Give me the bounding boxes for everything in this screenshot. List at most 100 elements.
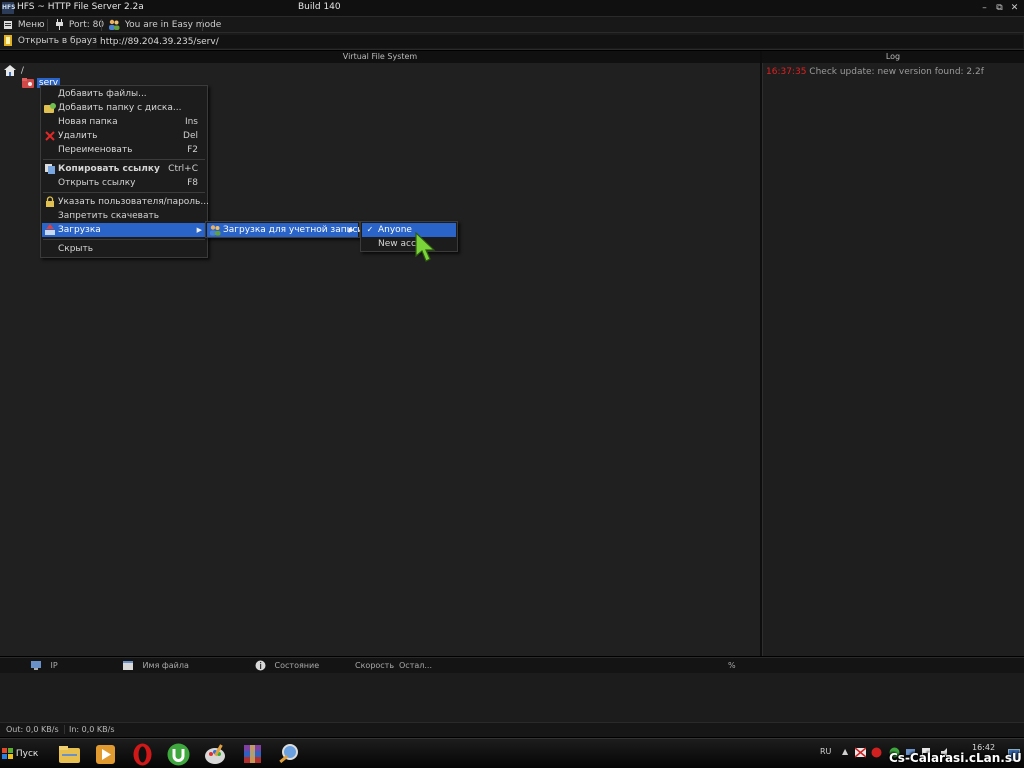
media-player-icon[interactable]: [93, 742, 118, 767]
utorrent-icon[interactable]: [166, 742, 191, 767]
submenu-arrow-icon: ▶: [196, 226, 202, 234]
column-filename[interactable]: Имя файла: [122, 658, 189, 674]
menu-item-label: Добавить файлы...: [58, 89, 147, 99]
menu-item-add-folder[interactable]: Добавить папку с диска...: [42, 101, 206, 115]
menu-item-shortcut: Ins: [184, 117, 198, 127]
users-icon: [210, 225, 221, 236]
menu-item-delete[interactable]: Удалить Del: [42, 129, 206, 143]
connections-header: IP Имя файла Состояние Скорость Остал...…: [0, 657, 1024, 673]
account-submenu: ✓ Anyone New acco: [360, 221, 458, 252]
menu-item-label: Копировать ссылку: [58, 164, 160, 174]
tree-root-label: /: [20, 66, 24, 76]
menu-item-label: Новая папка: [58, 117, 118, 127]
menu-item-shortcut: F8: [187, 178, 198, 188]
menu-item-label: Указать пользователя/пароль...: [58, 197, 209, 207]
menu-label: Меню: [17, 20, 45, 30]
menu-item-label: Удалить: [58, 131, 98, 141]
info-icon: [255, 660, 266, 671]
file-icon: [123, 661, 133, 670]
menu-item-upload[interactable]: Загрузка ▶: [42, 223, 206, 237]
plug-icon: [56, 19, 63, 30]
log-panel[interactable]: 16:37:35 Check update: new version found…: [762, 63, 1024, 656]
column-label: Состояние: [274, 661, 320, 670]
title-bar: HFS HFS ~ HTTP File Server 2.2a Build 14…: [0, 0, 1024, 17]
language-indicator[interactable]: RU: [820, 747, 831, 756]
upload-icon: [45, 224, 55, 235]
mail-icon[interactable]: [855, 747, 866, 758]
submenu-arrow-icon: ▶: [348, 226, 354, 234]
tray-app-icon[interactable]: [871, 747, 882, 758]
log-panel-title: Log: [762, 51, 1024, 63]
column-speed[interactable]: Скорость: [355, 658, 394, 674]
menu-item-disable-download[interactable]: Запретить скачевать: [42, 209, 206, 223]
paint-icon[interactable]: [203, 742, 228, 767]
column-label: IP: [50, 661, 58, 670]
port-label: Port: 80: [68, 20, 105, 30]
home-icon: [4, 65, 16, 76]
delete-icon: [45, 131, 55, 141]
column-ip[interactable]: IP: [30, 658, 58, 674]
menu-button[interactable]: Меню: [3, 18, 45, 32]
menu-separator: [43, 239, 205, 240]
submenu-item-label: Anyone: [378, 225, 412, 235]
context-menu: Добавить файлы... Добавить папку с диска…: [40, 85, 209, 258]
add-folder-icon: [44, 103, 56, 113]
menu-item-label: Загрузка: [58, 225, 101, 235]
menu-item-label: Запретить скачевать: [58, 211, 160, 221]
connections-list[interactable]: [0, 673, 1024, 722]
check-icon: ✓: [366, 225, 374, 234]
column-remaining[interactable]: Остал...: [399, 658, 432, 674]
mouse-cursor-icon: [415, 232, 436, 262]
minimize-button[interactable]: –: [978, 2, 991, 14]
log-entry: 16:37:35 Check update: new version found…: [766, 67, 984, 77]
submenu-item-anyone[interactable]: ✓ Anyone: [362, 223, 456, 237]
hfs-logo-icon: HFS: [2, 2, 15, 14]
menu-item-shortcut: Del: [183, 131, 198, 141]
tree-root-item[interactable]: /: [4, 65, 24, 77]
explorer-icon[interactable]: [57, 742, 82, 767]
window-title: HFS ~ HTTP File Server 2.2a: [17, 2, 144, 12]
column-status[interactable]: Состояние: [255, 658, 319, 674]
menu-separator: [43, 159, 205, 160]
menu-item-rename[interactable]: Переименовать F2: [42, 143, 206, 157]
menu-item-label: Скрыть: [58, 244, 94, 254]
menu-item-label: Переименовать: [58, 145, 133, 155]
submenu-item-upload-for-account[interactable]: Загрузка для учетной записи ▶: [207, 223, 363, 237]
show-hidden-icons-icon[interactable]: ▲: [842, 747, 848, 756]
mode-button[interactable]: You are in Easy mode: [108, 18, 221, 32]
watermark-text: Cs-Calarasi.cLan.sU: [889, 751, 1022, 765]
winrar-icon[interactable]: [240, 742, 265, 767]
copy-icon: [45, 164, 55, 174]
windows-taskbar: Пуск RU ▲ 16:42: [0, 738, 1024, 768]
mode-label: You are in Easy mode: [124, 20, 222, 30]
status-bar: Out: 0,0 KB/s In: 0,0 KB/s: [0, 722, 1024, 737]
log-message: Check update: new version found: 2.2f: [809, 67, 984, 77]
column-percent[interactable]: %: [728, 658, 736, 674]
restore-button[interactable]: ⧉: [993, 2, 1006, 14]
close-button[interactable]: ✕: [1008, 2, 1021, 14]
menu-item-label: Открыть ссылку: [58, 178, 136, 188]
upload-submenu: Загрузка для учетной записи ▶: [205, 221, 363, 238]
menu-item-shortcut: F2: [187, 145, 198, 155]
menu-item-copy-link[interactable]: Копировать ссылку Ctrl+C: [42, 162, 206, 176]
url-field[interactable]: [97, 35, 1023, 48]
status-out-speed: Out: 0,0 KB/s: [6, 725, 59, 734]
submenu-item-new-account[interactable]: New acco: [362, 237, 456, 251]
submenu-item-label: Загрузка для учетной записи: [223, 225, 364, 235]
start-button[interactable]: Пуск: [2, 746, 38, 762]
menu-item-add-files[interactable]: Добавить файлы...: [42, 87, 206, 101]
status-in-speed: In: 0,0 KB/s: [64, 725, 115, 734]
folder-icon: [22, 78, 34, 88]
port-button[interactable]: Port: 80: [55, 18, 104, 32]
opera-icon[interactable]: [130, 742, 155, 767]
menu-separator: [43, 192, 205, 193]
build-label: Build 140: [298, 2, 341, 12]
windows-logo-icon: [2, 748, 13, 759]
search-tool-icon[interactable]: [276, 742, 301, 767]
menu-item-open-link[interactable]: Открыть ссылку F8: [42, 176, 206, 190]
menu-item-hide[interactable]: Скрыть: [42, 242, 206, 256]
menu-icon: [4, 20, 12, 29]
menu-item-new-folder[interactable]: Новая папка Ins: [42, 115, 206, 129]
users-icon: [109, 19, 120, 30]
menu-item-set-user-password[interactable]: Указать пользователя/пароль...: [42, 195, 209, 209]
